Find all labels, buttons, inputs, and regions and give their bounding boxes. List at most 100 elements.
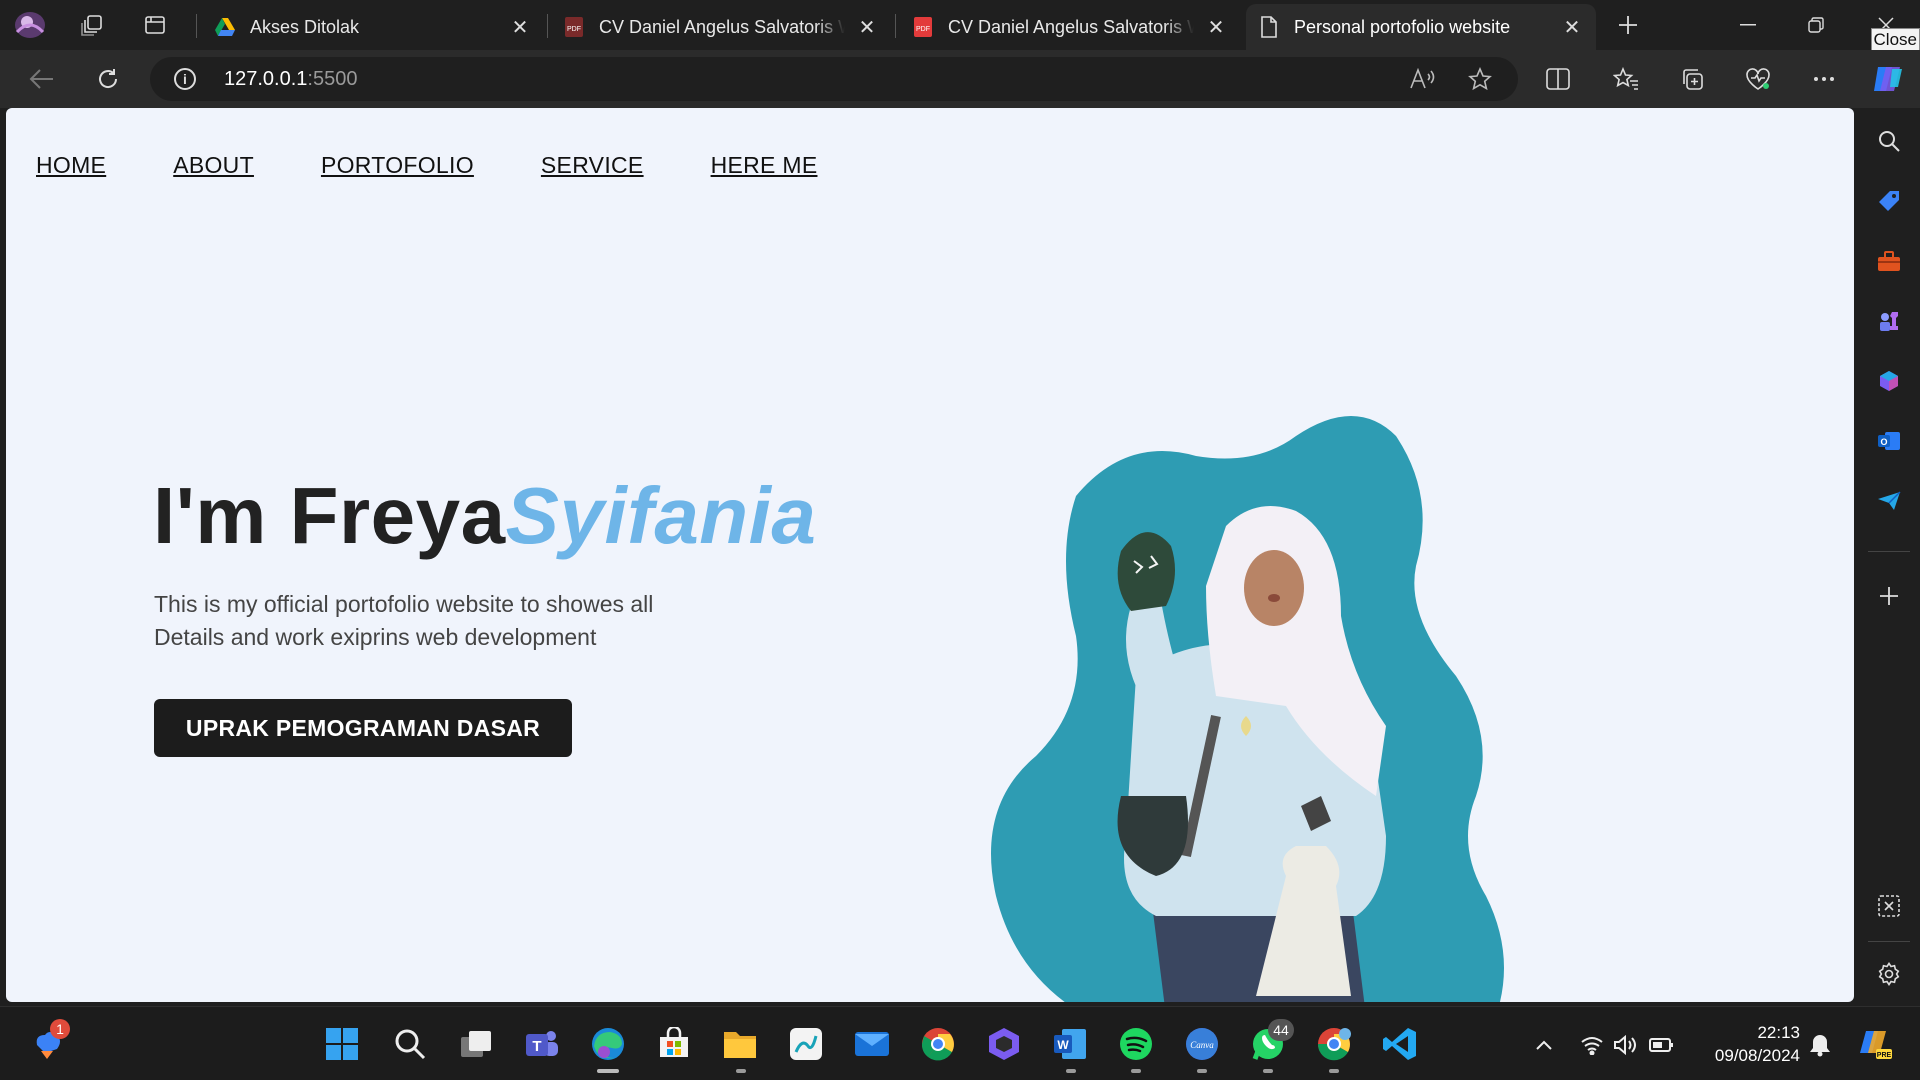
web-page: HOME ABOUT PORTOFOLIO SERVICE HERE ME I'… [6,108,1854,1002]
canva-running-indicator [1197,1069,1207,1073]
refresh-button[interactable] [88,60,128,98]
close-tab-icon[interactable]: ✕ [508,15,532,39]
system-clock[interactable]: 22:13 09/08/2024 [1700,1021,1800,1067]
drop-send-icon[interactable] [1871,483,1907,519]
word-icon[interactable]: W [1050,1024,1090,1064]
word-running-indicator [1066,1069,1076,1073]
hero-name-prefix: I'm Freya [153,471,506,560]
copilot-icon[interactable] [1868,60,1908,98]
settings-gear-icon[interactable] [1871,956,1907,992]
restore-button[interactable] [1782,0,1850,50]
tab-cv-2[interactable]: PDF CV Daniel Angelus Salvatoris Wardhan… [900,4,1240,50]
svg-text:Canva: Canva [1190,1040,1214,1050]
task-view-icon[interactable] [456,1024,496,1064]
hero-title: I'm FreyaSyifania [153,470,816,562]
copilot-app-icon[interactable] [984,1024,1024,1064]
close-tab-icon[interactable]: ✕ [855,15,879,39]
edge-sidebar: O [1858,108,1920,1006]
notification-bell-icon[interactable] [1806,1032,1834,1058]
mail-icon[interactable] [852,1024,892,1064]
tools-toolbox-icon[interactable] [1871,243,1907,279]
tab-separator [547,14,548,38]
address-bar[interactable]: i 127.0.0.1:5500 [150,57,1518,101]
svg-text:W: W [1057,1038,1069,1052]
url-text[interactable]: 127.0.0.1:5500 [224,68,357,91]
svg-text:PRE: PRE [1877,1052,1892,1059]
site-nav: HOME ABOUT PORTOFOLIO SERVICE HERE ME [36,152,884,179]
hero-description: This is my official portofolio website t… [154,588,714,654]
start-button[interactable] [322,1024,362,1064]
site-info-icon[interactable]: i [174,68,196,90]
close-tab-icon[interactable]: ✕ [1204,15,1228,39]
tab-title: Akses Ditolak [250,16,360,37]
tab-separator [196,14,197,38]
page-icon [1258,16,1280,38]
tab-strip: Akses Ditolak ✕ PDF CV Daniel Angelus Sa… [0,0,1920,52]
tab-title: CV Daniel Angelus Salvatoris Wardhana [599,16,845,37]
favorite-star-icon[interactable] [1460,60,1500,98]
svg-text:PDF: PDF [567,26,581,33]
svg-text:T: T [532,1038,541,1055]
whatsapp-badge: 44 [1268,1019,1294,1041]
chrome-running-indicator [1329,1069,1339,1073]
screenshot-capture-icon[interactable] [1871,888,1907,924]
battery-icon[interactable] [1648,1032,1676,1058]
windows-taskbar: 1 T W Canva 44 22:13 09/08/2024 PRE [0,1006,1920,1080]
edge-browser-icon[interactable] [588,1024,628,1064]
tab-cv-1[interactable]: PDF CV Daniel Angelus Salvatoris Wardhan… [551,4,891,50]
tab-personal-portofolio[interactable]: Personal portofolio website ✕ [1246,4,1596,50]
microsoft-365-icon[interactable] [1871,363,1907,399]
favorites-icon[interactable] [1606,60,1646,98]
nav-here-me-link[interactable]: HERE ME [711,152,818,179]
nav-about-link[interactable]: ABOUT [173,152,254,179]
spotify-icon[interactable] [1116,1024,1156,1064]
volume-icon[interactable] [1612,1032,1640,1058]
search-icon[interactable] [390,1024,430,1064]
workspaces-icon[interactable] [74,8,110,42]
read-aloud-icon[interactable] [1402,60,1442,98]
teams-icon[interactable]: T [522,1024,562,1064]
minimize-button[interactable] [1714,0,1782,50]
canva-icon[interactable]: Canva [1182,1024,1222,1064]
outlook-icon[interactable]: O [1871,423,1907,459]
collections-icon[interactable] [1672,60,1712,98]
shopping-tag-icon[interactable] [1871,183,1907,219]
wifi-icon[interactable] [1578,1032,1606,1058]
file-explorer-icon[interactable] [720,1024,760,1064]
whatsapp-running-indicator [1263,1069,1273,1073]
microsoft-store-icon[interactable] [654,1024,694,1064]
browser-essentials-icon[interactable] [1738,60,1778,98]
google-drive-icon [214,16,236,38]
svg-text:PDF: PDF [916,26,930,33]
clock-date: 09/08/2024 [1714,1046,1800,1065]
tab-akses-ditolak[interactable]: Akses Ditolak ✕ [202,4,544,50]
profile-avatar[interactable] [12,8,48,42]
tab-actions-icon[interactable] [137,8,173,42]
vscode-icon[interactable] [1380,1024,1420,1064]
chrome-icon[interactable] [918,1024,958,1064]
cta-button[interactable]: UPRAK PEMOGRAMAN DASAR [154,699,572,757]
weather-badge: 1 [50,1019,70,1039]
nav-home-link[interactable]: HOME [36,152,106,179]
close-tooltip: Close [1870,28,1920,52]
close-tab-icon[interactable]: ✕ [1560,15,1584,39]
nav-service-link[interactable]: SERVICE [541,152,644,179]
svg-text:O: O [1880,437,1887,447]
new-tab-button[interactable] [1610,8,1646,42]
add-sidebar-app-icon[interactable] [1871,578,1907,614]
more-options-icon[interactable] [1804,60,1844,98]
hero-portrait-image [991,416,1504,1002]
back-button[interactable] [22,60,62,98]
search-icon[interactable] [1871,123,1907,159]
split-screen-icon[interactable] [1538,60,1578,98]
pdf-icon: PDF [563,16,585,38]
nav-portofolio-link[interactable]: PORTOFOLIO [321,152,474,179]
pdf-icon: PDF [912,16,934,38]
whiteboard-icon[interactable] [786,1024,826,1064]
copilot-preview-icon[interactable]: PRE [1856,1024,1896,1064]
show-hidden-icons-chevron[interactable] [1530,1032,1558,1058]
edge-running-indicator [597,1069,619,1073]
chrome-profile-icon[interactable] [1314,1024,1354,1064]
games-chess-icon[interactable] [1871,303,1907,339]
clock-time: 22:13 [1757,1023,1800,1042]
